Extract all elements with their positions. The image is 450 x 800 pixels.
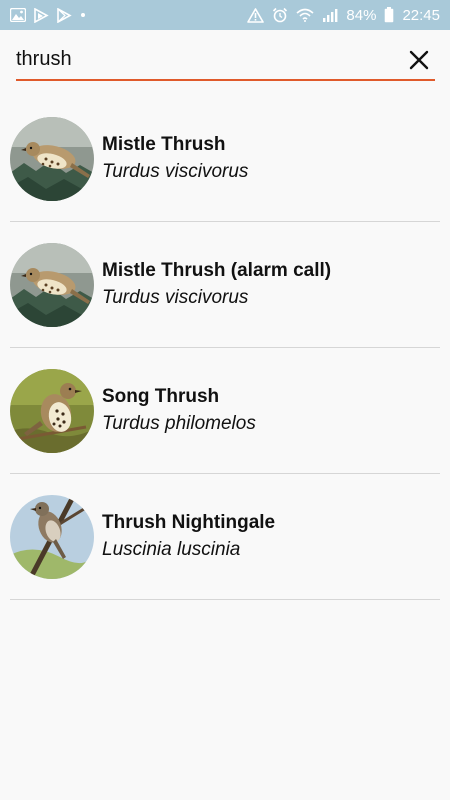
list-item[interactable]: Mistle Thrush Turdus viscivorus: [10, 96, 440, 222]
latin-name: Turdus philomelos: [102, 412, 256, 434]
list-item[interactable]: Thrush Nightingale Luscinia luscinia: [10, 474, 440, 600]
song-thrush-photo: [10, 368, 94, 453]
search-input[interactable]: [16, 41, 386, 78]
battery-icon: [384, 7, 394, 23]
result-list: Mistle Thrush Turdus viscivorus Mistle T…: [10, 96, 440, 600]
warning-icon: [247, 7, 265, 23]
status-right-icons: 84% 22:45: [247, 7, 440, 24]
close-icon: [409, 50, 429, 69]
play-store-icon: [34, 7, 49, 23]
status-bar: 84% 22:45: [0, 0, 450, 30]
latin-name: Turdus viscivorus: [102, 160, 249, 182]
latin-name: Luscinia luscinia: [102, 538, 241, 560]
mistle-thrush-photo: [10, 242, 94, 327]
common-name: Mistle Thrush (alarm call): [102, 259, 332, 281]
google-play-icon: [57, 7, 72, 23]
signal-icon: [322, 8, 338, 22]
thrush-nightingale-photo: [10, 494, 94, 579]
list-item[interactable]: Mistle Thrush (alarm call) Turdus visciv…: [10, 222, 440, 348]
list-item[interactable]: Song Thrush Turdus philomelos: [10, 348, 440, 474]
search-bar: [16, 40, 435, 81]
common-name: Thrush Nightingale: [102, 511, 276, 533]
wifi-icon: [296, 8, 314, 22]
common-name: Mistle Thrush: [102, 133, 226, 155]
item-text: Mistle Thrush (alarm call) Turdus visciv…: [102, 258, 331, 312]
mistle-thrush-photo: [10, 116, 94, 201]
alarm-icon: [272, 7, 288, 23]
item-text: Song Thrush Turdus philomelos: [102, 384, 256, 438]
item-text: Mistle Thrush Turdus viscivorus: [102, 132, 248, 186]
item-text: Thrush Nightingale Luscinia luscinia: [102, 510, 275, 564]
common-name: Song Thrush: [102, 385, 220, 407]
status-left-icons: [10, 7, 86, 23]
gallery-icon: [10, 8, 26, 22]
dot-icon: [80, 12, 86, 18]
clear-search-button[interactable]: [401, 42, 437, 78]
clock: 22:45: [402, 6, 440, 24]
latin-name: Turdus viscivorus: [102, 286, 249, 308]
battery-percent: 84%: [346, 6, 377, 24]
